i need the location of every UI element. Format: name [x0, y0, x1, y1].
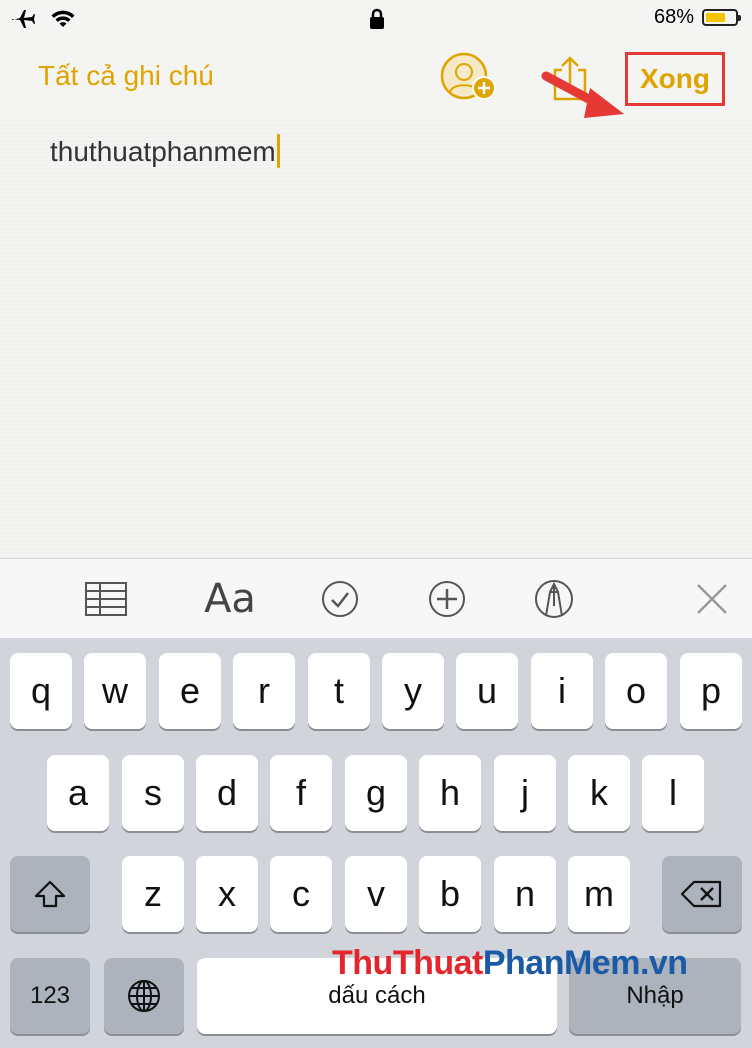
done-button[interactable]: Xong [640, 63, 710, 95]
insert-button[interactable] [423, 575, 471, 623]
key-j[interactable]: j [494, 755, 556, 831]
battery-fill [706, 13, 726, 22]
watermark-part2: Thuat [392, 944, 484, 982]
table-icon [85, 582, 127, 616]
close-icon [697, 584, 727, 614]
key-r[interactable]: r [233, 653, 295, 729]
back-link-all-notes[interactable]: Tất cả ghi chú [38, 60, 214, 92]
status-bar: 68% [0, 0, 752, 40]
watermark-logo: ThuThuatPhanMem.vn [332, 944, 688, 983]
key-z[interactable]: z [122, 856, 184, 932]
battery-percent: 68% [653, 6, 694, 28]
text-format-button[interactable]: Aa [200, 575, 260, 623]
key-e[interactable]: e [159, 653, 221, 729]
add-icon [429, 581, 465, 617]
close-toolbar-button[interactable] [688, 575, 736, 623]
key-b[interactable]: b [419, 856, 481, 932]
battery-icon [702, 9, 741, 26]
note-text-line: thuthuatphanmem [50, 134, 280, 168]
watermark-part4: .vn [639, 944, 688, 982]
add-people-button[interactable] [438, 52, 500, 104]
watermark-part3: PhanMem [482, 944, 641, 982]
backspace-key[interactable] [662, 856, 742, 932]
markup-icon [535, 580, 573, 618]
note-text: thuthuatphanmem [50, 136, 276, 167]
key-y[interactable]: y [382, 653, 444, 729]
key-d[interactable]: d [196, 755, 258, 831]
key-k[interactable]: k [568, 755, 630, 831]
red-arrow-annotation-icon [541, 71, 624, 118]
note-editor[interactable]: thuthuatphanmem [0, 120, 752, 558]
lock-icon [368, 8, 386, 35]
status-right: 68% [653, 6, 741, 29]
key-g[interactable]: g [345, 755, 407, 831]
backspace-icon [680, 880, 722, 908]
shift-key[interactable] [10, 856, 90, 932]
text-caret [276, 134, 280, 168]
key-w[interactable]: w [84, 653, 146, 729]
checklist-icon [322, 581, 358, 617]
key-l[interactable]: l [642, 755, 704, 831]
key-n[interactable]: n [494, 856, 556, 932]
key-p[interactable]: p [680, 653, 742, 729]
navbar: Tất cả ghi chú Xong [0, 40, 752, 120]
key-i[interactable]: i [531, 653, 593, 729]
key-t[interactable]: t [308, 653, 370, 729]
key-u[interactable]: u [456, 653, 518, 729]
battery-nub [738, 15, 741, 21]
keyboard: q w e r t y u i o p a s d f g h j k l z … [0, 638, 752, 1048]
key-h[interactable]: h [419, 755, 481, 831]
watermark-part1: Thu [332, 944, 393, 982]
key-s[interactable]: s [122, 755, 184, 831]
shift-icon [34, 880, 66, 908]
status-left [10, 8, 76, 35]
return-key-label: Nhập [626, 982, 684, 1009]
globe-icon [128, 980, 160, 1012]
key-a[interactable]: a [47, 755, 109, 831]
key-c[interactable]: c [270, 856, 332, 932]
checklist-button[interactable] [316, 575, 364, 623]
markup-button[interactable] [530, 575, 578, 623]
key-o[interactable]: o [605, 653, 667, 729]
wifi-icon [50, 9, 76, 34]
key-v[interactable]: v [345, 856, 407, 932]
airplane-icon [10, 8, 36, 35]
done-button-highlight: Xong [625, 52, 725, 106]
table-button[interactable] [82, 575, 130, 623]
key-q[interactable]: q [10, 653, 72, 729]
key-f[interactable]: f [270, 755, 332, 831]
numbers-key[interactable]: 123 [10, 958, 90, 1034]
globe-key[interactable] [104, 958, 184, 1034]
format-toolbar: Aa [0, 558, 752, 639]
key-m[interactable]: m [568, 856, 630, 932]
key-x[interactable]: x [196, 856, 258, 932]
space-key-label: dấu cách [328, 982, 426, 1009]
add-person-icon [440, 52, 496, 100]
